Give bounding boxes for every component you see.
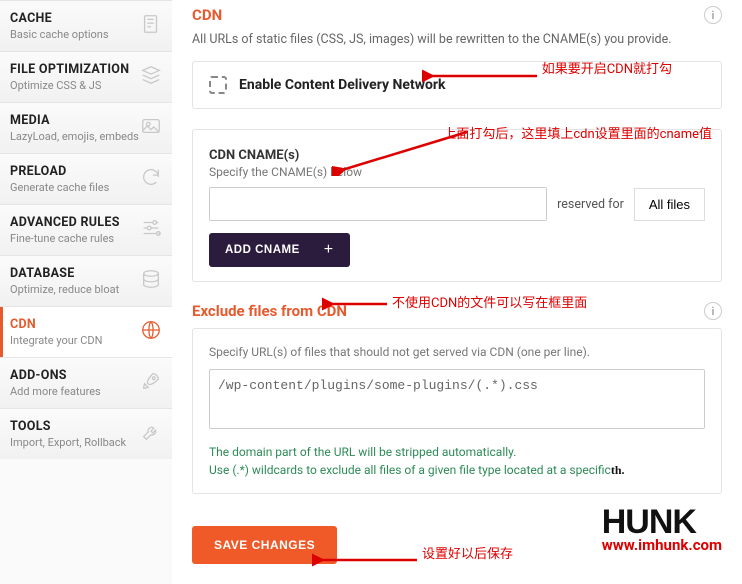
watermark: HUNK www.imhunk.com (602, 507, 722, 554)
refresh-icon (140, 166, 162, 188)
exclude-textarea[interactable] (209, 369, 705, 429)
allfiles-select[interactable]: All files (634, 188, 705, 221)
section-title-exclude: Exclude files from CDN i (192, 302, 722, 320)
sidebar-item-advanced-rules[interactable]: ADVANCED RULES Fine-tune cache rules (0, 204, 172, 255)
sidebar-item-title: CACHE (10, 11, 160, 26)
exclude-note-1: The domain part of the URL will be strip… (209, 445, 516, 459)
sidebar-item-sub: Import, Export, Rollback (10, 436, 160, 449)
database-icon (140, 268, 162, 290)
sidebar-item-title: MEDIA (10, 113, 160, 128)
cname-sub: Specify the CNAME(s) below (209, 165, 705, 179)
sidebar-item-sub: Generate cache files (10, 181, 160, 194)
exclude-title-text: Exclude files from CDN (192, 302, 347, 320)
layers-icon (140, 64, 162, 86)
sidebar-item-title: FILE OPTIMIZATION (10, 62, 160, 77)
sidebar-item-title: TOOLS (10, 419, 160, 434)
save-changes-button[interactable]: SAVE CHANGES (192, 526, 337, 564)
enable-cdn-checkbox[interactable] (209, 76, 227, 94)
sliders-icon (140, 217, 162, 239)
sidebar-item-sub: Basic cache options (10, 28, 160, 41)
sidebar-item-sub: LazyLoad, emojis, embeds (10, 130, 160, 143)
watermark-url: www.imhunk.com (602, 536, 722, 554)
watermark-logo: HUNK (602, 507, 722, 538)
cname-panel: CDN CNAME(s) Specify the CNAME(s) below … (192, 129, 722, 282)
sidebar-item-sub: Optimize, reduce bloat (10, 283, 160, 296)
wrench-icon (140, 421, 162, 443)
exclude-panel: Specify URL(s) of files that should not … (192, 328, 722, 494)
note-tail: th. (611, 463, 625, 477)
sidebar-item-media[interactable]: MEDIA LazyLoad, emojis, embeds (0, 102, 172, 153)
section-desc: All URLs of static files (CSS, JS, image… (192, 32, 722, 47)
sidebar-item-sub: Optimize CSS & JS (10, 79, 160, 92)
rocket-icon (140, 370, 162, 392)
sidebar-item-sub: Fine-tune cache rules (10, 232, 160, 245)
sidebar: CACHE Basic cache options FILE OPTIMIZAT… (0, 0, 172, 584)
sidebar-item-cdn[interactable]: CDN Integrate your CDN (0, 306, 172, 357)
section-title-text: CDN (192, 6, 222, 24)
sidebar-item-title: CDN (10, 317, 160, 332)
sidebar-item-title: PRELOAD (10, 164, 160, 179)
add-cname-label: ADD CNAME (225, 244, 300, 256)
exclude-note: The domain part of the URL will be strip… (209, 443, 705, 479)
sidebar-item-cache[interactable]: CACHE Basic cache options (0, 0, 172, 51)
plus-icon: + (324, 241, 334, 259)
sidebar-item-file-optimization[interactable]: FILE OPTIMIZATION Optimize CSS & JS (0, 51, 172, 102)
sidebar-item-title: ADVANCED RULES (10, 215, 160, 230)
sidebar-item-title: DATABASE (10, 266, 160, 281)
cname-title: CDN CNAME(s) (209, 148, 705, 163)
section-title-cdn: CDN i (192, 6, 722, 24)
reserved-label: reserved for (557, 197, 624, 212)
add-cname-button[interactable]: ADD CNAME + (209, 233, 350, 267)
page-icon (140, 13, 162, 35)
sidebar-item-preload[interactable]: PRELOAD Generate cache files (0, 153, 172, 204)
exclude-sub: Specify URL(s) of files that should not … (209, 345, 705, 359)
sidebar-item-addons[interactable]: ADD-ONS Add more features (0, 357, 172, 408)
annotation-4: 设置好以后保存 (422, 543, 513, 562)
enable-cdn-panel: Enable Content Delivery Network (192, 61, 722, 109)
image-icon (140, 115, 162, 137)
sidebar-item-title: ADD-ONS (10, 368, 160, 383)
sidebar-item-sub: Add more features (10, 385, 160, 398)
main-content: CDN i All URLs of static files (CSS, JS,… (172, 0, 742, 584)
cname-input[interactable] (209, 187, 547, 221)
sidebar-item-database[interactable]: DATABASE Optimize, reduce bloat (0, 255, 172, 306)
enable-cdn-label: Enable Content Delivery Network (239, 77, 445, 93)
sidebar-item-sub: Integrate your CDN (10, 334, 160, 347)
globe-icon (140, 319, 162, 341)
help-icon[interactable]: i (704, 302, 722, 320)
exclude-note-2: Use (.*) wildcards to exclude all files … (209, 463, 611, 477)
help-icon[interactable]: i (704, 6, 722, 24)
sidebar-item-tools[interactable]: TOOLS Import, Export, Rollback (0, 408, 172, 459)
